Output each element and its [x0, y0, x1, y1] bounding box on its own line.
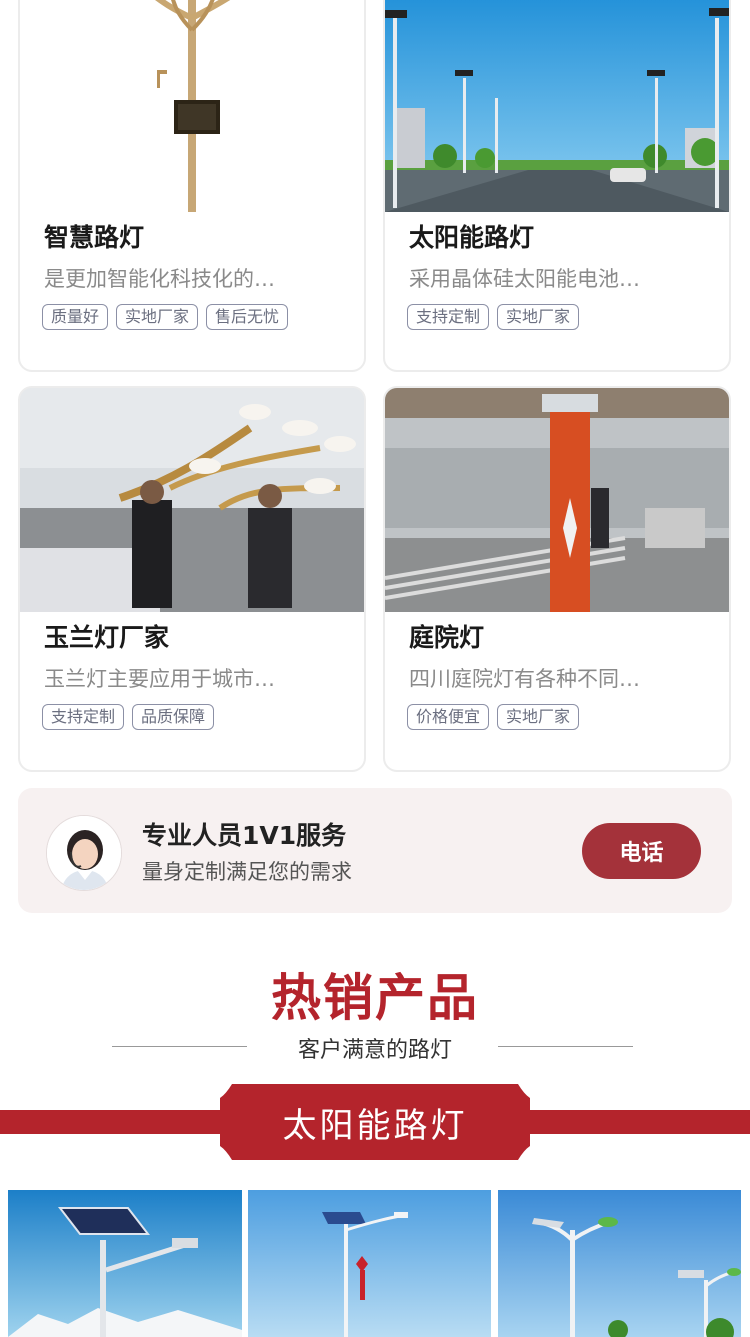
tag: 支持定制 — [407, 304, 490, 330]
category-label[interactable]: 太阳能路灯 — [0, 1098, 750, 1147]
tag: 售后无忧 — [206, 304, 289, 330]
section-title: 热销产品 — [271, 969, 479, 1027]
card-description: 玉兰灯主要应用于城市… — [44, 667, 275, 691]
tag: 价格便宜 — [407, 704, 490, 730]
card-tags: 支持定制 品质保障 — [42, 704, 215, 730]
tag: 实地厂家 — [116, 304, 199, 330]
smart-streetlight-photo — [20, 0, 364, 212]
magnolia-lamp-photo — [20, 388, 364, 612]
product-thumb-3[interactable] — [498, 1190, 741, 1337]
product-card-smart-light[interactable]: 智慧路灯 是更加智能化科技化的… 质量好 实地厂家 售后无忧 — [18, 0, 366, 372]
service-subtitle: 量身定制满足您的需求 — [142, 860, 352, 884]
product-card-courtyard-lamp[interactable]: 庭院灯 四川庭院灯有各种不同… 价格便宜 实地厂家 — [383, 386, 731, 772]
card-title: 玉兰灯厂家 — [44, 623, 170, 652]
courtyard-lamp-photo — [385, 388, 729, 612]
card-title: 庭院灯 — [409, 623, 485, 652]
agent-avatar — [46, 815, 122, 891]
product-thumb-1[interactable] — [8, 1190, 242, 1337]
tag: 品质保障 — [132, 704, 215, 730]
card-tags: 质量好 实地厂家 售后无忧 — [42, 304, 289, 330]
card-tags: 价格便宜 实地厂家 — [407, 704, 580, 730]
product-card-magnolia-lamp[interactable]: 玉兰灯厂家 玉兰灯主要应用于城市… 支持定制 品质保障 — [18, 386, 366, 772]
card-description: 是更加智能化科技化的… — [44, 267, 275, 291]
card-description: 四川庭院灯有各种不同… — [409, 667, 640, 691]
tag: 实地厂家 — [497, 304, 580, 330]
card-description: 采用晶体硅太阳能电池… — [409, 267, 640, 291]
tag: 实地厂家 — [497, 704, 580, 730]
card-title: 智慧路灯 — [44, 223, 145, 252]
card-tags: 支持定制 实地厂家 — [407, 304, 580, 330]
card-title: 太阳能路灯 — [409, 223, 535, 252]
tag: 支持定制 — [42, 704, 125, 730]
tag: 质量好 — [42, 304, 109, 330]
solar-road-photo — [385, 0, 729, 212]
service-title: 专业人员1V1服务 — [142, 821, 347, 850]
service-banner: 专业人员1V1服务 量身定制满足您的需求 电话 — [18, 788, 732, 913]
call-button[interactable]: 电话 — [582, 823, 701, 879]
section-subtitle: 客户满意的路灯 — [297, 1038, 452, 1063]
product-thumb-2[interactable] — [248, 1190, 491, 1337]
product-card-solar-light[interactable]: 太阳能路灯 采用晶体硅太阳能电池… 支持定制 实地厂家 — [383, 0, 731, 372]
